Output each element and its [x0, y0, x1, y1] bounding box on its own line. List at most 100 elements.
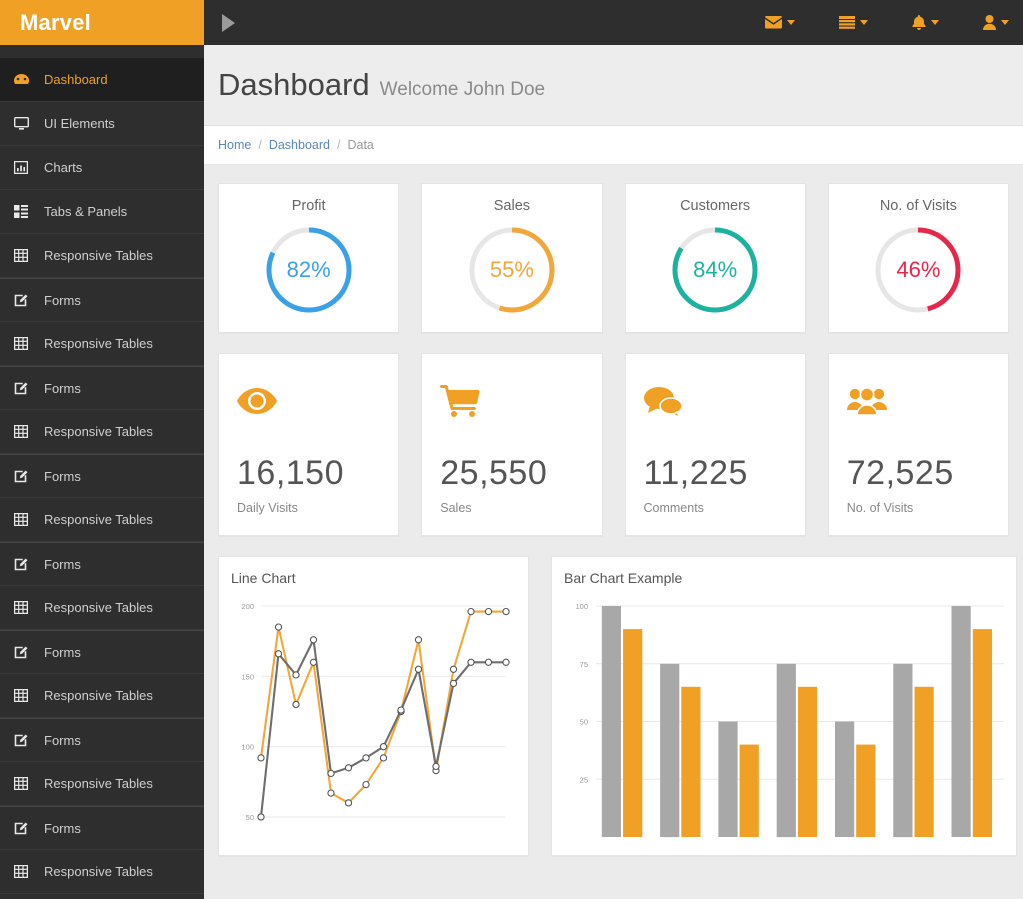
chart-icon — [14, 161, 44, 174]
sidebar-item-label: UI Elements — [44, 116, 115, 131]
sidebar-item-ui-elements[interactable]: UI Elements — [0, 102, 204, 146]
sidebar-item-label: Responsive Tables — [44, 424, 153, 439]
donut-value: 55% — [489, 257, 534, 282]
eye-icon — [237, 378, 398, 424]
sidebar-item-responsive-tables[interactable]: Responsive Tables — [0, 410, 204, 454]
table-icon — [14, 425, 44, 438]
svg-text:75: 75 — [580, 660, 588, 669]
donut-value: 84% — [693, 257, 738, 282]
breadcrumb-separator: / — [336, 138, 341, 152]
main-area: Dashboard Welcome John Doe Home / Dashboar… — [204, 0, 1023, 899]
breadcrumb: Home / Dashboard / Data — [204, 126, 1023, 165]
donut-title: No. of Visits — [879, 198, 957, 214]
form-edit-icon — [14, 734, 44, 747]
sidebar-spacer — [0, 45, 204, 58]
sidebar-item-label: Responsive Tables — [44, 248, 153, 263]
sidebar-item-responsive-tables[interactable]: Responsive Tables — [0, 850, 204, 894]
sidebar-item-label: Tabs & Panels — [44, 204, 128, 219]
sidebar-item-label: Forms — [44, 380, 81, 396]
panels-icon — [14, 205, 44, 218]
sidebar-item-label: Responsive Tables — [44, 512, 153, 527]
tasks-menu[interactable] — [839, 16, 868, 29]
stat-label: Daily Visits — [237, 501, 298, 515]
breadcrumb-item-dashboard[interactable]: Dashboard — [269, 138, 330, 152]
donut-card-profit: Profit 82% — [218, 183, 400, 333]
sidebar-item-tabs-panels[interactable]: Tabs & Panels — [0, 190, 204, 234]
sidebar-item-forms[interactable]: Forms — [0, 542, 204, 586]
sidebar-item-responsive-tables[interactable]: Responsive Tables — [0, 586, 204, 630]
user-icon — [983, 15, 996, 30]
svg-text:200: 200 — [241, 602, 254, 611]
sidebar-item-label: Forms — [44, 820, 81, 836]
donut-value: 82% — [286, 257, 331, 282]
sidebar-toggle-triangle-icon — [221, 13, 235, 32]
sidebar-toggle-button[interactable] — [214, 9, 242, 37]
stat-label: Sales — [440, 501, 472, 515]
form-edit-icon — [14, 558, 44, 571]
sidebar-item-responsive-tables[interactable]: Responsive Tables — [0, 498, 204, 542]
envelope-icon — [765, 16, 782, 29]
sidebar-item-label: Responsive Tables — [44, 688, 153, 703]
table-icon — [14, 601, 44, 614]
donut-gauge: 46% — [872, 224, 964, 316]
messages-menu[interactable] — [765, 16, 795, 29]
table-icon — [14, 689, 44, 702]
stat-number: 11,225 — [643, 454, 748, 492]
donut-gauge: 82% — [263, 224, 355, 316]
table-icon — [14, 513, 44, 526]
donut-card-sales: Sales 55% — [421, 183, 603, 333]
brand-name: Marvel — [20, 9, 91, 35]
page-title: Dashboard — [218, 67, 370, 102]
sidebar-item-label: Responsive Tables — [44, 600, 153, 615]
sidebar-item-forms[interactable]: Forms — [0, 278, 204, 322]
sidebar-item-label: Forms — [44, 732, 81, 748]
chevron-down-icon — [787, 20, 795, 25]
stat-card-daily-visits: 16,150 Daily Visits — [218, 353, 400, 536]
sidebar-item-responsive-tables[interactable]: Responsive Tables — [0, 674, 204, 718]
donut-value: 46% — [896, 257, 941, 282]
dashboard-content: Profit 82% Sales 55% Customers 84% No. of Visi… — [204, 165, 1023, 899]
user-menu[interactable] — [983, 15, 1009, 30]
app-root: Marvel Dashboard UI Elements Charts Tabs & … — [0, 0, 1023, 899]
charts-row: Line Chart 50 100 150 200 Bar Chart Example… — [218, 556, 1017, 856]
sidebar-item-forms[interactable]: Forms — [0, 806, 204, 850]
notifications-menu[interactable] — [912, 15, 939, 30]
brand-logo[interactable]: Marvel — [0, 0, 204, 45]
stat-number: 72,525 — [846, 454, 954, 492]
bar-chart-card: Bar Chart Example 25 50 75 100 — [551, 556, 1017, 856]
donut-title: Customers — [680, 198, 751, 214]
sidebar-item-label: Responsive Tables — [44, 336, 153, 351]
sidebar-item-forms[interactable]: Forms — [0, 454, 204, 498]
monitor-icon — [14, 117, 44, 130]
stat-card-comments: 11,225 Comments — [624, 353, 806, 536]
stat-label: Comments — [643, 501, 704, 515]
sidebar-item-label: Dashboard — [44, 72, 108, 87]
sidebar-item-charts[interactable]: Charts — [0, 146, 204, 190]
sidebar-item-forms[interactable]: Forms — [0, 630, 204, 674]
donut-title: Profit — [291, 198, 326, 214]
line-chart-plot: 50 100 150 200 — [219, 586, 528, 847]
welcome-text: Welcome John Doe — [379, 79, 546, 100]
sidebar-item-forms[interactable]: Forms — [0, 718, 204, 762]
sidebar-nav: Dashboard UI Elements Charts Tabs & Panels R… — [0, 58, 204, 894]
form-edit-icon — [14, 382, 44, 395]
breadcrumb-item-home[interactable]: Home — [218, 138, 251, 152]
chevron-down-icon — [1001, 20, 1009, 25]
stat-number: 16,150 — [237, 454, 344, 492]
sidebar-item-label: Responsive Tables — [44, 864, 153, 879]
stat-card-sales: 25,550 Sales — [421, 353, 603, 536]
table-icon — [14, 337, 44, 350]
stat-card-no-of-visits: 72,525 No. of Visits — [827, 353, 1009, 536]
chevron-down-icon — [931, 20, 939, 25]
users-icon — [846, 378, 1008, 424]
form-edit-icon — [14, 646, 44, 659]
sidebar-item-forms[interactable]: Forms — [0, 366, 204, 410]
chevron-down-icon — [860, 20, 868, 25]
sidebar-item-dashboard[interactable]: Dashboard — [0, 58, 204, 102]
tasks-icon — [839, 16, 855, 29]
sidebar-item-responsive-tables[interactable]: Responsive Tables — [0, 322, 204, 366]
sidebar-item-responsive-tables[interactable]: Responsive Tables — [0, 762, 204, 806]
sidebar: Marvel Dashboard UI Elements Charts Tabs & … — [0, 0, 204, 899]
sidebar-item-responsive-tables[interactable]: Responsive Tables — [0, 234, 204, 278]
stat-number: 25,550 — [440, 454, 548, 492]
